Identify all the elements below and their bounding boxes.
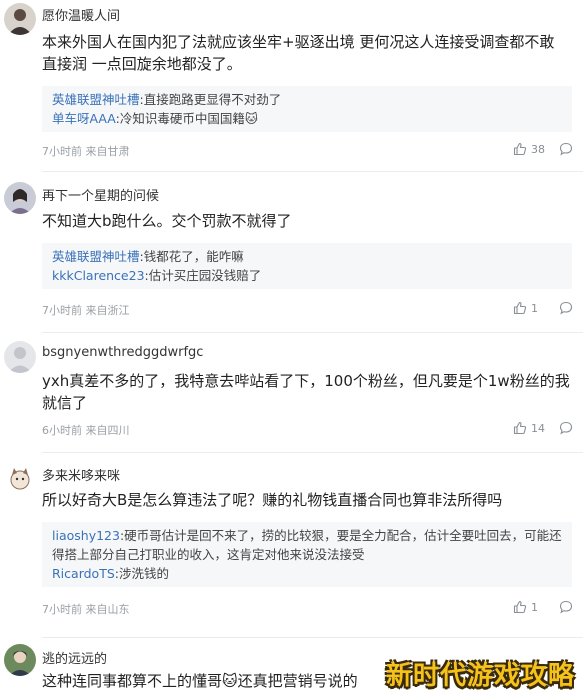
comment-actions: 38: [513, 142, 573, 156]
thumbs-up-icon: [513, 301, 527, 315]
comment-meta: 7小时前 来自山东: [42, 603, 130, 616]
reply-item: 单车呀AAA:冷知识毒硬币中国国籍🐱: [52, 109, 562, 128]
comment-text: yxh真差不多的了，我特意去哔站看了下，100个粉丝，但凡要是个1w粉丝的我就信…: [42, 372, 570, 412]
comment-text: 不知道大b跑什么。交个罚款不就得了: [42, 212, 292, 230]
comment-actions: 1: [513, 301, 573, 315]
avatar[interactable]: [4, 182, 36, 214]
avatar[interactable]: [4, 341, 36, 373]
like-button[interactable]: 14: [513, 421, 547, 435]
comment-username[interactable]: 多来米哆来咪: [42, 465, 120, 484]
comment-text: 这种连同事都算不上的懂哥🐱还真把营销号说的: [42, 672, 358, 690]
reply-button[interactable]: [559, 421, 573, 435]
reply-username[interactable]: kkkClarence23: [52, 268, 145, 283]
comment-meta: 7小时前 来自浙江: [42, 304, 130, 317]
comment-username[interactable]: 逃的远远的: [42, 648, 107, 667]
comment-item: 多来米哆来咪 所以好奇大B是怎么算违法了呢？赚的礼物钱直播合同也算非法所得吗 l…: [0, 453, 583, 638]
like-count: 14: [531, 421, 545, 435]
avatar[interactable]: [4, 644, 36, 676]
reply-item: 英雄联盟神吐槽:直接跑路更显得不对劲了: [52, 90, 562, 109]
reply-item: kkkClarence23:估计买庄园没钱赔了: [52, 266, 562, 285]
like-count: 38: [531, 142, 545, 156]
avatar[interactable]: [4, 3, 36, 35]
reply-username[interactable]: liaoshy123: [52, 528, 120, 543]
like-button[interactable]: 1: [513, 301, 547, 315]
comment-bubble-icon: [559, 421, 573, 435]
comment-text: 所以好奇大B是怎么算违法了呢？赚的礼物钱直播合同也算非法所得吗: [42, 491, 503, 509]
watermark-logo: 新时代游戏攻略: [385, 661, 575, 691]
comment-bubble-icon: [559, 301, 573, 315]
comment-text: 本来外国人在国内犯了法就应该坐牢+驱逐出境 更何况这人连接受调查都不敢 直接润 …: [42, 33, 555, 73]
reply-text: :冷知识毒硬币中国国籍🐱: [115, 111, 258, 126]
thumbs-up-icon: [513, 142, 527, 156]
thumbs-up-icon: [513, 421, 527, 435]
thumbs-up-icon: [513, 600, 527, 614]
reply-button[interactable]: [559, 301, 573, 315]
reply-box[interactable]: liaoshy123:硬币哥估计是回不来了，捞的比较狠，要是全力配合，估计全要吐…: [42, 522, 572, 587]
comment-username[interactable]: bsgnyenwthredggdwrfgc: [42, 345, 203, 360]
reply-text: :钱都花了，能咋嘛: [139, 249, 244, 264]
reply-item: RicardoTS:涉洗钱的: [52, 564, 562, 583]
comment-bubble-icon: [559, 600, 573, 614]
avatar[interactable]: [4, 463, 36, 495]
reply-button[interactable]: [559, 600, 573, 614]
reply-username[interactable]: 单车呀AAA: [52, 111, 116, 126]
reply-text: :硬币哥估计是回不来了，捞的比较狠，要是全力配合，估计全要吐回去，可能还得搭上部…: [52, 528, 562, 562]
reply-item: liaoshy123:硬币哥估计是回不来了，捞的比较狠，要是全力配合，估计全要吐…: [52, 526, 562, 564]
comment-username[interactable]: 愿你温暖人间: [42, 5, 120, 24]
reply-text: :涉洗钱的: [114, 566, 169, 581]
comment-item: 再下一个星期的问候 不知道大b跑什么。交个罚款不就得了 英雄联盟神吐槽:钱都花了…: [0, 172, 583, 332]
reply-item: 英雄联盟神吐槽:钱都花了，能咋嘛: [52, 247, 562, 266]
reply-text: :直接跑路更显得不对劲了: [139, 92, 282, 107]
reply-username[interactable]: 英雄联盟神吐槽: [52, 92, 140, 107]
comment-item: bsgnyenwthredggdwrfgc yxh真差不多的了，我特意去哔站看了…: [0, 333, 583, 453]
comment-item: 愿你温暖人间 本来外国人在国内犯了法就应该坐牢+驱逐出境 更何况这人连接受调查都…: [0, 0, 583, 170]
comment-meta: 6小时前 来自四川: [42, 424, 130, 437]
reply-button[interactable]: [559, 142, 573, 156]
reply-username[interactable]: RicardoTS: [52, 566, 115, 581]
like-count: 1: [531, 600, 538, 614]
reply-text: :估计买庄园没钱赔了: [144, 268, 262, 283]
comment-actions: 14: [513, 421, 573, 435]
comment-bubble-icon: [559, 142, 573, 156]
reply-username[interactable]: 英雄联盟神吐槽: [52, 249, 140, 264]
reply-box[interactable]: 英雄联盟神吐槽:钱都花了，能咋嘛 kkkClarence23:估计买庄园没钱赔了: [42, 243, 572, 289]
comment-username[interactable]: 再下一个星期的问候: [42, 185, 159, 204]
like-button[interactable]: 1: [513, 600, 547, 614]
comment-actions: 1: [513, 600, 573, 614]
like-button[interactable]: 38: [513, 142, 547, 156]
like-count: 1: [531, 301, 538, 315]
reply-box[interactable]: 英雄联盟神吐槽:直接跑路更显得不对劲了 单车呀AAA:冷知识毒硬币中国国籍🐱: [42, 86, 572, 132]
comment-meta: 7小时前 来自甘肃: [42, 145, 130, 158]
